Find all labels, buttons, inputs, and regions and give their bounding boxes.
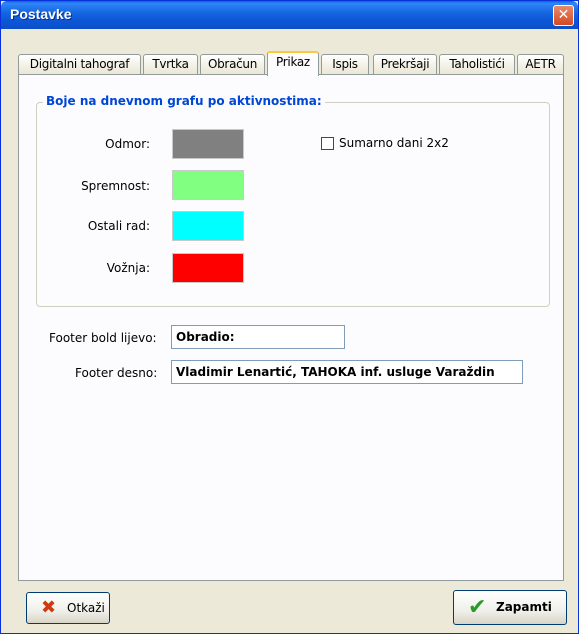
- sumarno-dani-label: Sumarno dani 2x2: [339, 136, 449, 150]
- cancel-button[interactable]: ✖ Otkaži: [26, 592, 110, 624]
- close-icon: ✕: [557, 7, 570, 23]
- footer-right-label: Footer desno:: [75, 366, 158, 380]
- checkmark-icon: ✔: [468, 595, 487, 620]
- tab-taholistici[interactable]: Taholistići: [439, 54, 515, 74]
- save-button-label: Zapamti: [496, 600, 552, 614]
- color-label-voznja: Vožnja:: [106, 261, 150, 275]
- color-swatch-odmor[interactable]: [172, 129, 244, 159]
- activity-colors-group: Boje na dnevnom grafu po aktivnostima: O…: [36, 94, 550, 307]
- color-swatch-voznja[interactable]: [172, 253, 244, 283]
- close-button[interactable]: ✕: [553, 5, 574, 26]
- tab-aetr[interactable]: AETR: [517, 54, 564, 74]
- footer-left-label: Footer bold lijevo:: [49, 331, 157, 345]
- window-title: Postavke: [10, 6, 72, 22]
- title-bar[interactable]: Postavke ✕: [1, 1, 578, 29]
- footer-left-input[interactable]: Obradio:: [171, 325, 345, 349]
- tab-panel-prikaz: Boje na dnevnom grafu po aktivnostima: O…: [18, 74, 564, 581]
- color-swatch-spremnost[interactable]: [172, 170, 244, 200]
- tab-prekrsaji[interactable]: Prekršaji: [373, 54, 437, 74]
- x-icon: ✖: [41, 597, 57, 618]
- settings-window: Postavke ✕ Digitalni tahograf Tvrtka Obr…: [0, 0, 579, 634]
- color-label-odmor: Odmor:: [105, 137, 150, 151]
- cancel-button-label: Otkaži: [67, 601, 105, 615]
- color-label-spremnost: Spremnost:: [81, 179, 150, 193]
- footer-right-input[interactable]: Vladimir Lenartić, TAHOKA inf. usluge Va…: [171, 360, 523, 384]
- tab-tvrtka[interactable]: Tvrtka: [143, 54, 198, 74]
- tab-prikaz[interactable]: Prikaz: [267, 51, 319, 76]
- tab-ispis[interactable]: Ispis: [321, 54, 369, 74]
- color-label-ostali-rad: Ostali rad:: [87, 219, 150, 233]
- sumarno-dani-checkbox[interactable]: [321, 137, 334, 150]
- group-title: Boje na dnevnom grafu po aktivnostima:: [43, 94, 325, 108]
- tab-strip: Digitalni tahograf Tvrtka Obračun Prikaz…: [18, 51, 566, 76]
- color-swatch-ostali-rad[interactable]: [172, 211, 244, 241]
- tab-digitalni-tahograf[interactable]: Digitalni tahograf: [18, 54, 141, 74]
- save-button[interactable]: ✔ Zapamti: [453, 590, 567, 625]
- tab-obracun[interactable]: Obračun: [200, 54, 265, 74]
